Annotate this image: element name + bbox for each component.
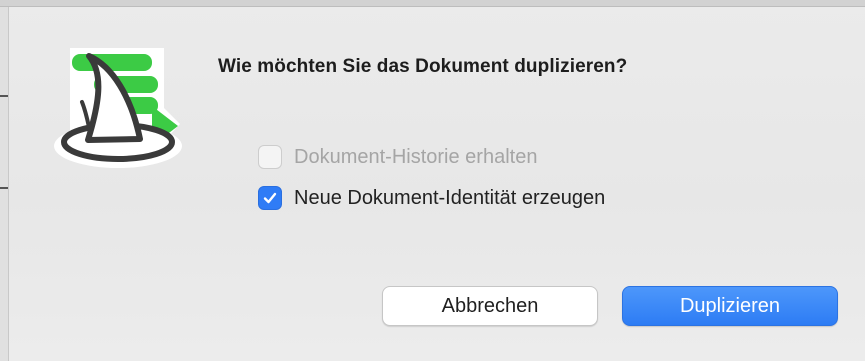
keep-history-option: Dokument-Historie erhalten — [258, 145, 537, 169]
wizard-hat-icon — [52, 42, 184, 170]
duplicate-button[interactable]: Duplizieren — [622, 286, 838, 326]
new-identity-checkbox[interactable] — [258, 186, 282, 210]
checkmark-icon — [263, 192, 277, 204]
dialog-title: Wie möchten Sie das Dokument duplizieren… — [218, 56, 628, 77]
window-edge-marker — [0, 187, 8, 189]
window-edge-marker — [0, 95, 8, 97]
new-identity-label: Neue Dokument-Identität erzeugen — [294, 186, 606, 209]
background-window-edge — [0, 7, 9, 361]
window-top-border — [0, 0, 865, 7]
new-identity-option[interactable]: Neue Dokument-Identität erzeugen — [258, 186, 605, 210]
keep-history-checkbox — [258, 145, 282, 169]
keep-history-label: Dokument-Historie erhalten — [294, 145, 538, 168]
cancel-button[interactable]: Abbrechen — [382, 286, 598, 326]
